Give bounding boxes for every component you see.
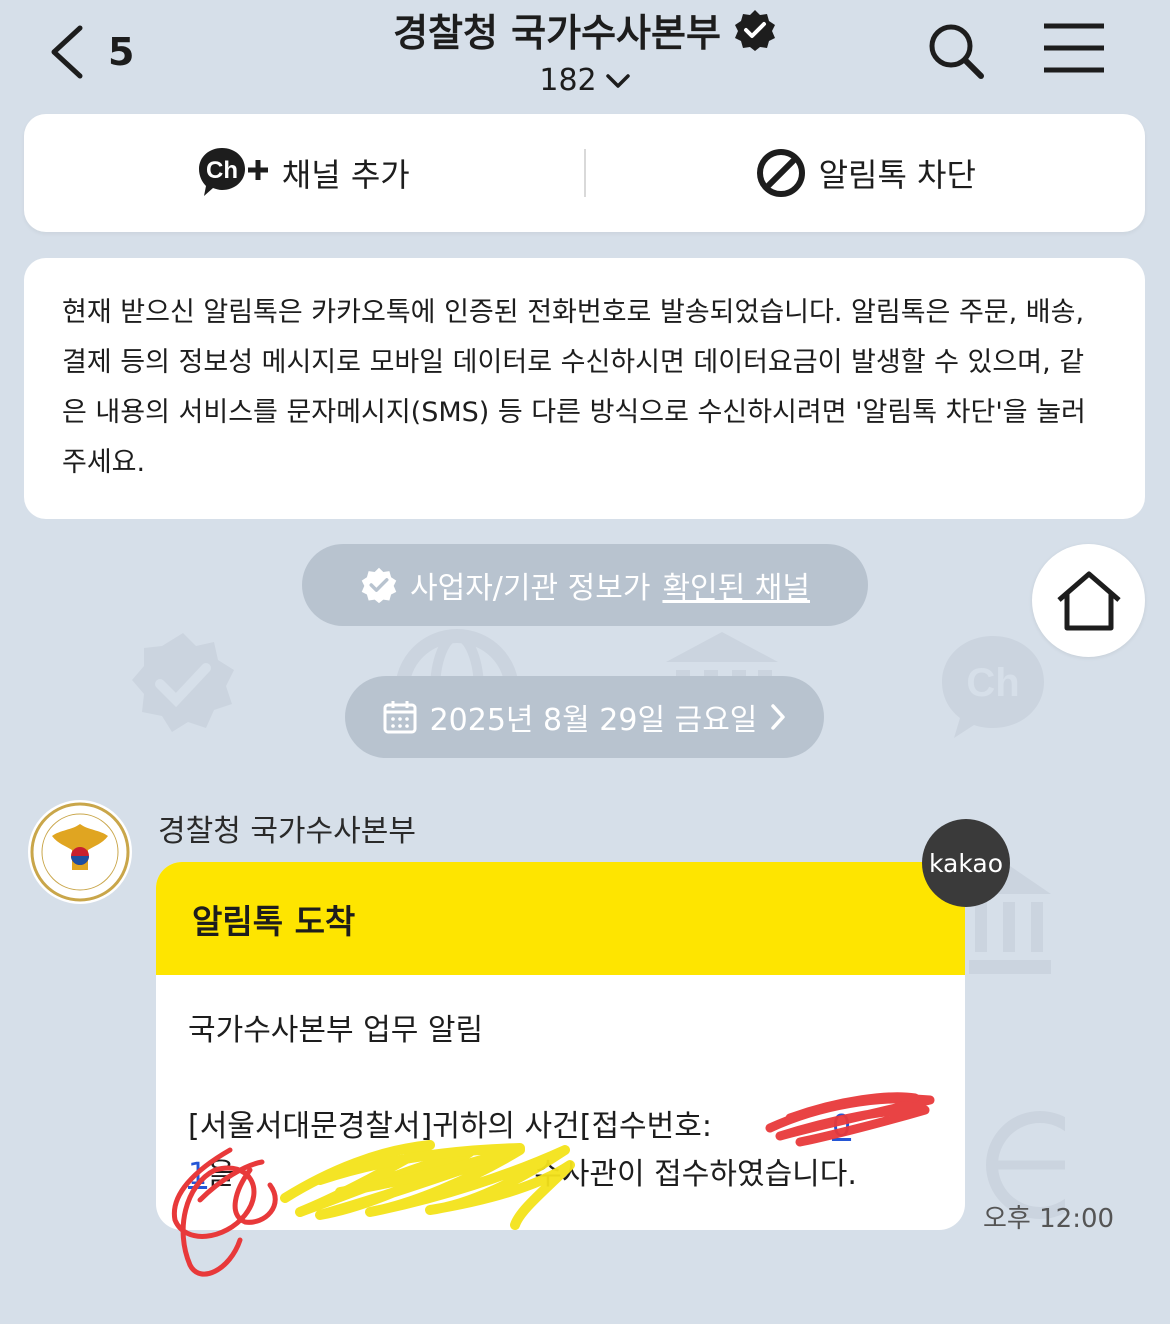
chevron-right-icon xyxy=(771,704,786,730)
search-icon[interactable] xyxy=(925,20,985,80)
back-button[interactable]: 5 xyxy=(48,22,148,82)
member-count: 182 xyxy=(539,63,597,98)
message-bubble[interactable]: 알림톡 도착 국가수사본부 업무 알림 [서울서대문경찰서]귀하의 사건[접수번… xyxy=(156,862,965,1230)
message-line-2: [서울서대문경찰서]귀하의 사건[접수번호: 0 xyxy=(188,1103,933,1151)
message-line-3: 1을 수사관이 접수하였습니다. xyxy=(188,1151,933,1199)
date-pill[interactable]: 2025년 8월 29일 금요일 xyxy=(345,676,824,758)
avatar[interactable] xyxy=(28,800,132,904)
verified-badge-icon xyxy=(734,9,775,51)
calendar-icon xyxy=(383,701,417,734)
message-time: 오후 12:00 xyxy=(983,1204,1115,1234)
home-icon xyxy=(1056,571,1121,630)
kakao-badge: kakao xyxy=(922,819,1010,907)
verified-channel-link[interactable]: 확인된 채널 xyxy=(662,563,810,607)
verified-channel-pill: 사업자/기관 정보가 확인된 채널 xyxy=(302,544,868,626)
channel-actions: Ch 채널 추가 알림톡 차단 xyxy=(24,114,1145,232)
chevron-down-icon xyxy=(605,73,630,88)
message-body: 국가수사본부 업무 알림 [서울서대문경찰서]귀하의 사건[접수번호: 0 1을 … xyxy=(156,975,965,1199)
unread-count: 5 xyxy=(108,30,135,74)
message-line-1: 국가수사본부 업무 알림 xyxy=(188,1013,484,1048)
menu-icon[interactable] xyxy=(1042,22,1106,76)
message-line-2-text: [서울서대문경찰서]귀하의 사건[접수번호: xyxy=(188,1109,712,1144)
police-emblem-icon xyxy=(30,802,130,902)
message-line-3-text: 수사관이 접수하였습니다. xyxy=(534,1157,857,1192)
message-header: 알림톡 도착 xyxy=(156,862,965,975)
sender-name: 경찰청 국가수사본부 xyxy=(158,814,416,849)
notice-text: 현재 받으신 알림톡은 카카오톡에 인증된 전화번호로 발송되었습니다. 알림톡… xyxy=(62,297,1086,478)
page-title: 경찰청 국가수사본부 xyxy=(393,2,777,57)
block-icon xyxy=(756,149,805,197)
verified-check-icon xyxy=(361,567,397,604)
bg-channel-icon: Ch xyxy=(942,636,1044,738)
add-channel-label: 채널 추가 xyxy=(281,156,410,194)
member-count-toggle[interactable]: 182 xyxy=(539,63,630,98)
bg-verified-icon xyxy=(132,633,234,732)
case-number-link-cont[interactable]: 1 xyxy=(188,1157,207,1192)
case-number-link[interactable]: 0 xyxy=(832,1109,851,1144)
add-channel-button[interactable]: Ch 채널 추가 xyxy=(24,114,584,232)
channel-title: 경찰청 국가수사본부 xyxy=(393,11,721,55)
verified-text: 사업자/기관 정보가 xyxy=(410,571,651,606)
notice-card: 현재 받으신 알림톡은 카카오톡에 인증된 전화번호로 발송되었습니다. 알림톡… xyxy=(24,258,1145,519)
svg-text:Ch: Ch xyxy=(206,157,238,184)
svg-text:Ch: Ch xyxy=(966,661,1019,705)
block-label: 알림톡 차단 xyxy=(818,156,976,194)
date-label: 2025년 8월 29일 금요일 xyxy=(429,703,758,738)
block-notification-button[interactable]: 알림톡 차단 xyxy=(586,114,1146,232)
channel-plus-icon: Ch xyxy=(198,148,268,196)
chevron-left-icon xyxy=(51,25,83,79)
message-line-3-mid: 을 xyxy=(207,1157,245,1192)
home-button[interactable] xyxy=(1032,544,1145,657)
